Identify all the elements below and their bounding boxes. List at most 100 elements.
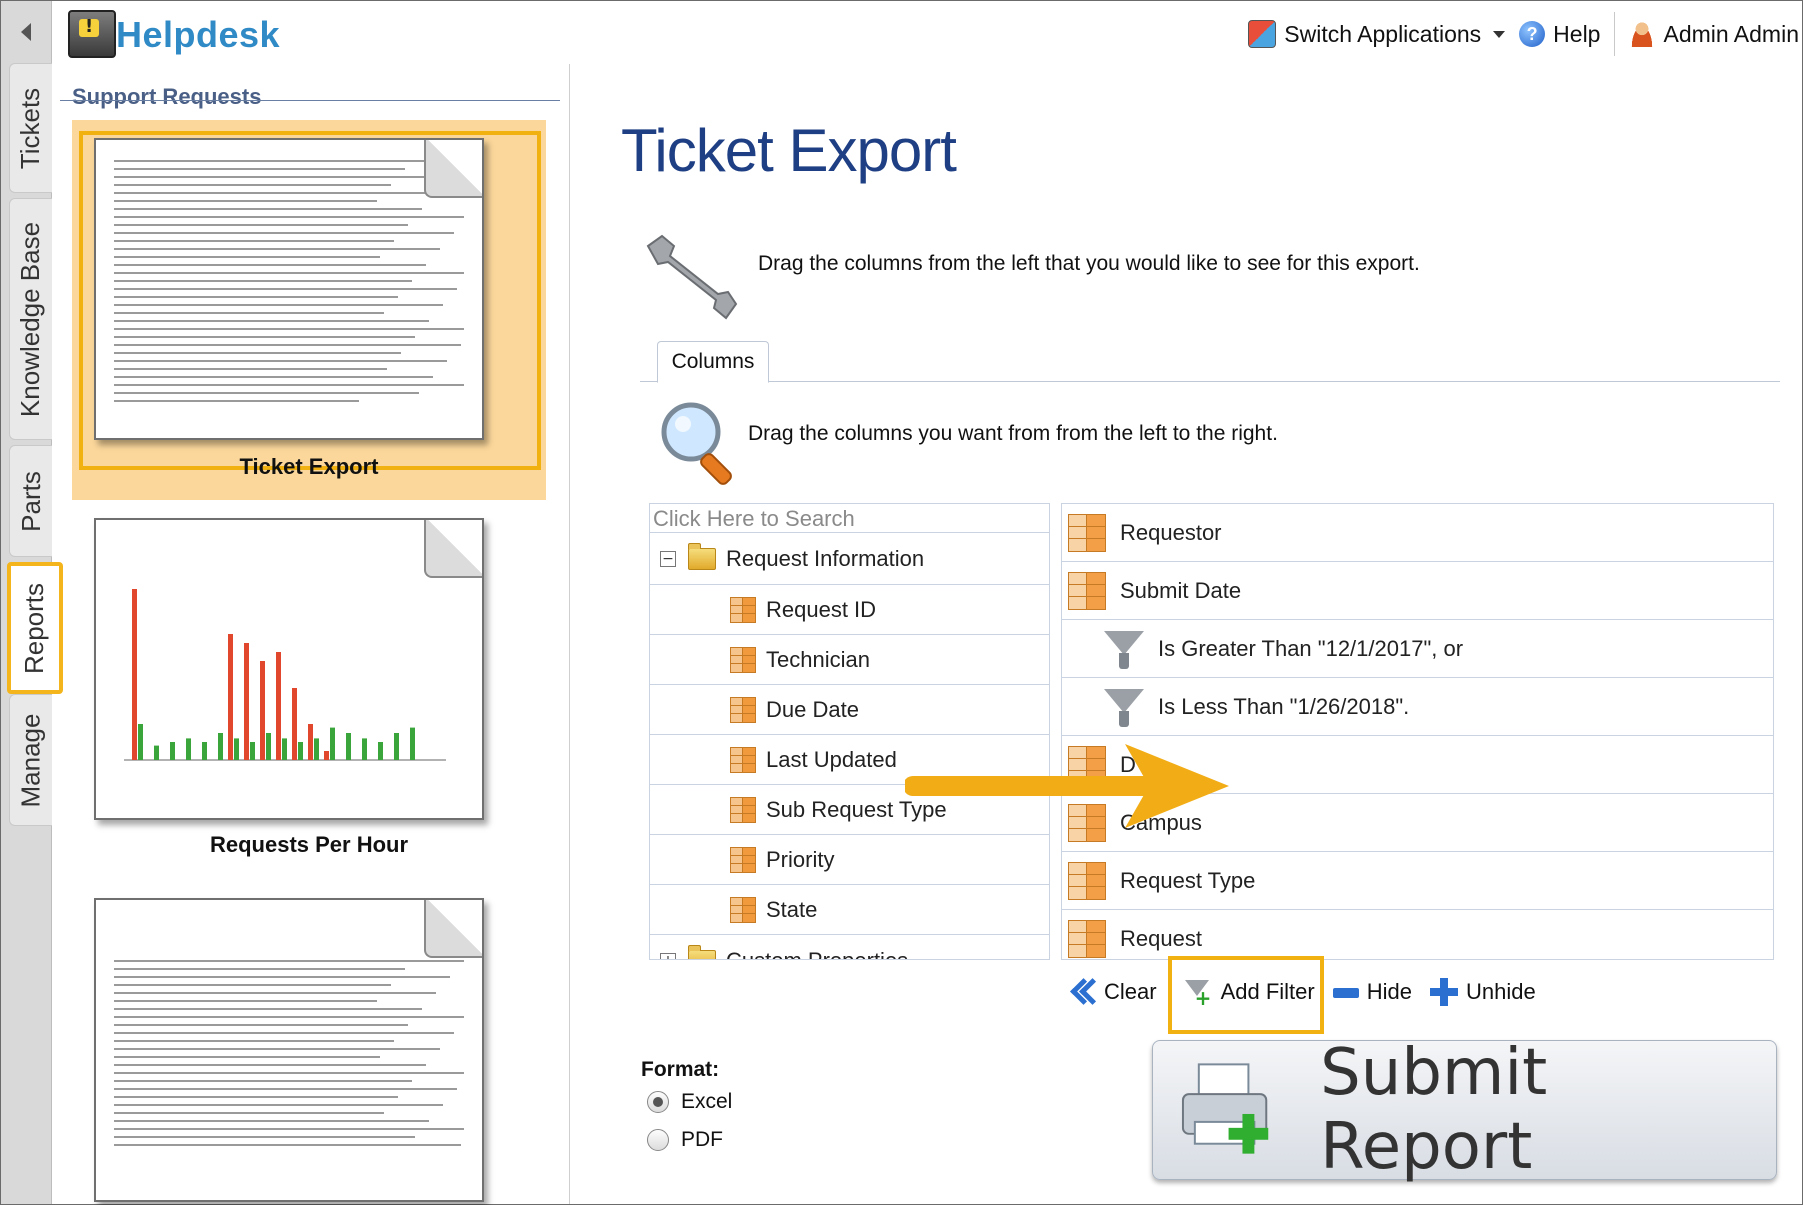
add-filter-label: Add Filter [1220, 979, 1315, 1004]
clear-button[interactable]: Clear [1068, 978, 1157, 1006]
thumbnail-line [114, 1096, 398, 1098]
help-icon: ? [1519, 21, 1546, 47]
format-excel-radio[interactable]: Excel [647, 1090, 732, 1114]
tree-item-request-id[interactable]: Request ID [650, 585, 1049, 635]
available-columns-tree: Click Here to Search − Request Informati… [649, 503, 1050, 960]
columns-instruction: Drag the columns you want from from the … [748, 422, 1278, 445]
selection-highlight [79, 131, 541, 470]
thumbnail-line [114, 1064, 426, 1066]
selected-column-hidden[interactable]: D [1062, 736, 1773, 794]
thumbnail-line [114, 1056, 380, 1058]
tree-item-label: Request ID [766, 596, 877, 622]
mini-chart-bar-green [186, 738, 191, 760]
user-menu[interactable]: Admin Admin [1629, 21, 1799, 48]
tree-group-custom-properties[interactable]: + Custom Properties [650, 935, 1049, 960]
mini-chart-bar-red [292, 688, 297, 760]
mini-chart-bar-green [298, 742, 303, 760]
hide-button[interactable]: Hide [1332, 979, 1412, 1005]
tab-manage-label: Manage [15, 713, 46, 807]
selected-column-label: D [1120, 751, 1136, 777]
tree-group-request-information[interactable]: − Request Information [650, 533, 1049, 585]
selected-columns-list: Requestor Submit Date Is Greater Than "1… [1061, 503, 1774, 960]
column-field-icon [730, 846, 756, 873]
filter-funnel-icon [1104, 627, 1144, 671]
thumbnail-line [114, 992, 436, 994]
switch-applications-menu[interactable]: Switch Applications [1248, 20, 1506, 48]
selected-column-label: Request Type [1120, 867, 1256, 893]
tab-parts[interactable]: Parts [9, 445, 52, 557]
selected-column-request[interactable]: Request [1062, 910, 1773, 959]
filter-row[interactable]: Is Greater Than "12/1/2017", or [1062, 620, 1773, 678]
add-filter-icon [1184, 978, 1213, 1010]
pane-divider [569, 64, 570, 1204]
selected-column-submit-date[interactable]: Submit Date [1062, 562, 1773, 620]
thumbnail-line [114, 1104, 443, 1106]
mini-chart-bar-red [228, 634, 233, 760]
mini-chart-bar-green [202, 742, 207, 760]
filter-row[interactable]: Is Less Than "1/26/2018". [1062, 678, 1773, 736]
mini-chart-bar-green [346, 733, 351, 760]
thumbnail-line [114, 960, 464, 962]
tab-reports-label: Reports [19, 582, 50, 674]
tab-manage[interactable]: Manage [9, 694, 52, 826]
selected-column-requestor[interactable]: Requestor [1062, 504, 1773, 562]
search-input[interactable]: Click Here to Search [650, 504, 1049, 533]
tab-knowledge-base[interactable]: Knowledge Base [9, 198, 52, 440]
tree-item-label: Last Updated [766, 746, 897, 772]
thumbnail-line [114, 1072, 464, 1074]
tree-item-label: Due Date [766, 696, 859, 722]
selected-column-campus[interactable]: Campus [1062, 794, 1773, 852]
page-fold-icon [424, 520, 482, 578]
user-name: Admin Admin [1663, 20, 1799, 47]
mini-chart-bar-red [244, 643, 249, 760]
mini-chart-bar-green [314, 738, 319, 760]
unhide-button[interactable]: Unhide [1429, 978, 1536, 1006]
selected-column-label: Requestor [1120, 519, 1222, 545]
collapse-icon[interactable]: − [660, 550, 676, 567]
tree-item-last-updated[interactable]: Last Updated [650, 735, 1049, 785]
tab-tickets[interactable]: Tickets [9, 63, 52, 193]
user-avatar-icon [1629, 21, 1656, 47]
column-field-icon [1068, 919, 1106, 958]
format-pdf-radio[interactable]: PDF [647, 1128, 723, 1152]
mini-chart-bar-green [218, 733, 223, 760]
tree-group-label: Custom Properties [726, 947, 909, 960]
tree-group-label: Request Information [726, 545, 925, 571]
requests-per-hour-thumbnail[interactable] [94, 518, 484, 820]
tree-item-sub-request-type[interactable]: Sub Request Type [650, 785, 1049, 835]
mini-chart-bar-red [276, 652, 281, 760]
submit-report-button[interactable]: Submit Report [1152, 1036, 1777, 1184]
third-report-thumbnail[interactable] [94, 898, 484, 1202]
add-filter-button[interactable]: Add Filter [1184, 978, 1315, 1010]
thumbnail-line [114, 1024, 408, 1026]
tree-item-priority[interactable]: Priority [650, 835, 1049, 885]
thumbnail-line [114, 1136, 415, 1138]
collapse-arrow-icon[interactable] [21, 23, 31, 41]
thumbnail-line [114, 1048, 440, 1050]
column-field-icon [730, 796, 756, 823]
column-actions: Clear Add Filter Hide Unhide [1068, 970, 1554, 1014]
selected-column-request-type[interactable]: Request Type [1062, 852, 1773, 910]
mini-chart-bar-red [260, 661, 265, 760]
tree-item-technician[interactable]: Technician [650, 635, 1049, 685]
expand-icon[interactable]: + [660, 952, 676, 959]
helpdesk-logo-icon [68, 10, 116, 58]
help-link[interactable]: ? Help [1519, 21, 1600, 48]
column-field-icon [1068, 571, 1106, 610]
format-label: Format: [641, 1058, 720, 1081]
folder-icon [688, 542, 716, 570]
tree-item-state[interactable]: State [650, 885, 1049, 935]
export-instruction: Drag the columns from the left that you … [758, 252, 1420, 275]
tab-strip-line [640, 381, 1780, 382]
format-option-label: PDF [681, 1128, 723, 1151]
printer-add-icon [1181, 1063, 1269, 1154]
tab-reports[interactable]: Reports [7, 562, 63, 694]
tab-columns[interactable]: Columns [657, 341, 769, 383]
plus-icon [1429, 978, 1458, 1006]
thumbnail-line [114, 1144, 461, 1146]
submit-report-label: Submit Report [1320, 1036, 1548, 1184]
toolbar-divider [1614, 12, 1616, 56]
thumbnail-line [114, 968, 405, 970]
tree-item-due-date[interactable]: Due Date [650, 685, 1049, 735]
thumbnail-line [114, 1000, 377, 1002]
